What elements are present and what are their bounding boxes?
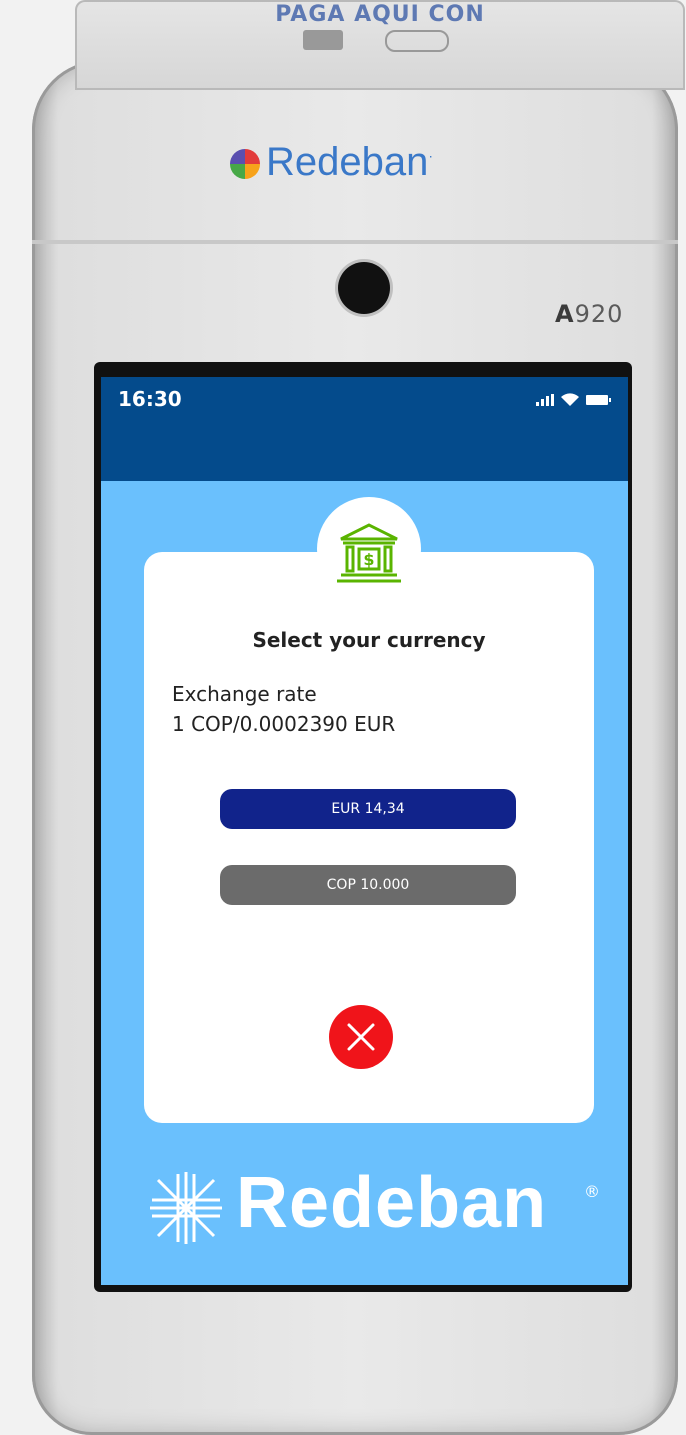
status-icons [536, 393, 611, 407]
terminal-brand-logo: Redeban· [230, 140, 433, 185]
cancel-button[interactable] [329, 1005, 393, 1069]
model-label: A920 [555, 300, 623, 328]
model-prefix: A [555, 300, 575, 328]
signal-icon [536, 394, 554, 406]
redeban-star-icon [150, 1172, 222, 1244]
contactless-badge [385, 30, 449, 52]
status-time: 16:30 [118, 387, 182, 411]
model-suffix: 920 [574, 300, 624, 328]
dialog-title: Select your currency [252, 628, 486, 652]
currency-dialog: Select your currency Exchange rate 1 COP… [144, 552, 594, 1123]
terminal-top-label-panel: PAGA AQUI CON [75, 0, 685, 90]
battery-icon [586, 395, 611, 405]
footer-brand-logo: Redeban ® [146, 1163, 606, 1248]
terminal-brand-mark: · [428, 147, 434, 164]
status-bar: 16:30 [101, 377, 628, 481]
close-x-icon [347, 1023, 375, 1051]
exchange-rate-label: Exchange rate [172, 682, 317, 706]
terminal-seam [32, 240, 678, 244]
footer-brand-mark: ® [584, 1182, 600, 1201]
display: 16:30 Select your currency Exchange rate… [101, 377, 628, 1285]
redeban-flower-icon [230, 149, 260, 179]
footer-brand-text: Redeban [236, 1163, 548, 1243]
bank-dollar-icon: $ [337, 523, 401, 583]
terminal-brand-text: Redeban [266, 140, 429, 184]
camera-lens [338, 262, 390, 314]
cop-option-button[interactable]: COP 10.000 [220, 865, 516, 905]
eur-option-button[interactable]: EUR 14,34 [220, 789, 516, 829]
card-brand-badge [303, 30, 343, 50]
bank-icon-badge: $ [317, 497, 421, 601]
exchange-rate-value: 1 COP/0.0002390 EUR [172, 712, 396, 736]
wifi-icon [561, 393, 579, 406]
top-caption: PAGA AQUI CON [275, 2, 485, 27]
svg-text:$: $ [363, 550, 374, 569]
